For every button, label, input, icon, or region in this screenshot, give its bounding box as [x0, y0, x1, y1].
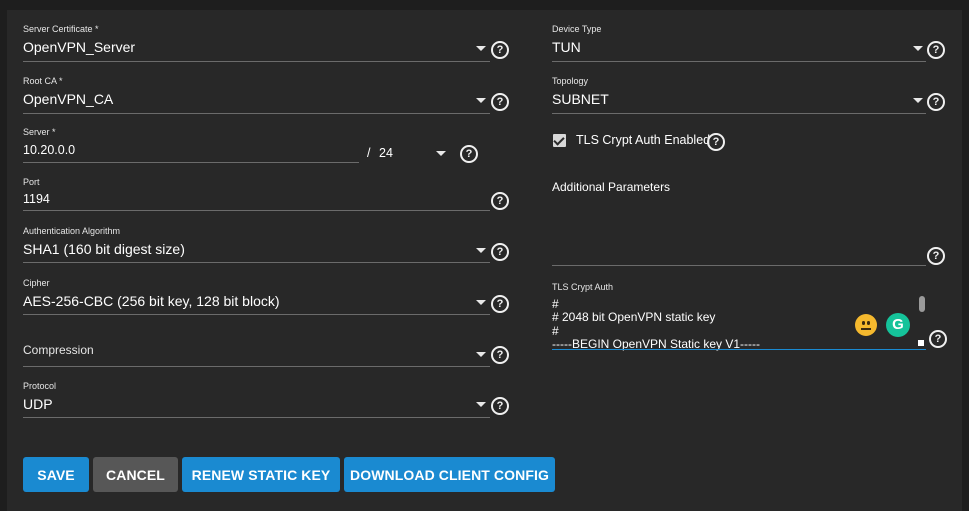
neutral-face-icon[interactable]: [855, 314, 877, 336]
server-field: Server * 10.20.0.0 / 24: [23, 127, 493, 167]
server-certificate-select[interactable]: Server Certificate * OpenVPN_Server: [23, 24, 493, 64]
root-ca-label: Root CA *: [23, 76, 63, 86]
tls-crypt-enabled-label: TLS Crypt Auth Enabled: [576, 133, 711, 147]
protocol-underline: [23, 417, 490, 418]
additional-params-textarea[interactable]: [552, 196, 928, 268]
resize-handle-icon[interactable]: [918, 340, 924, 346]
help-icon[interactable]: ?: [927, 41, 945, 59]
netmask-separator: /: [367, 146, 371, 160]
chevron-down-icon[interactable]: [476, 98, 486, 103]
cancel-button[interactable]: CANCEL: [93, 457, 178, 492]
tls-key-line: #: [552, 297, 559, 311]
renew-static-key-button[interactable]: RENEW STATIC KEY: [182, 457, 340, 492]
help-icon[interactable]: ?: [707, 133, 725, 151]
help-icon[interactable]: ?: [491, 243, 509, 261]
chevron-down-icon[interactable]: [476, 402, 486, 407]
compression-select[interactable]: Compression: [23, 343, 493, 373]
topology-underline: [552, 113, 926, 114]
server-certificate-underline: [23, 61, 490, 62]
port-field: Port 1194: [23, 177, 493, 217]
port-label: Port: [23, 177, 40, 187]
textarea-scrollbar[interactable]: [919, 296, 925, 312]
save-button[interactable]: SAVE: [23, 457, 89, 492]
cipher-select[interactable]: Cipher AES-256-CBC (256 bit key, 128 bit…: [23, 278, 493, 318]
protocol-value: UDP: [23, 396, 53, 412]
protocol-select[interactable]: Protocol UDP: [23, 381, 493, 421]
topology-value: SUBNET: [552, 91, 609, 107]
tls-crypt-auth-label: TLS Crypt Auth: [552, 282, 614, 292]
device-type-value: TUN: [552, 39, 581, 55]
cipher-underline: [23, 314, 490, 315]
chevron-down-icon[interactable]: [913, 46, 923, 51]
device-type-label: Device Type: [552, 24, 602, 34]
root-ca-select[interactable]: Root CA * OpenVPN_CA: [23, 76, 493, 116]
help-icon[interactable]: ?: [460, 145, 478, 163]
tls-key-line: # 2048 bit OpenVPN static key: [552, 310, 716, 324]
chevron-down-icon[interactable]: [476, 46, 486, 51]
cipher-label: Cipher: [23, 278, 50, 288]
help-icon[interactable]: ?: [491, 397, 509, 415]
tls-crypt-auth-underline: [552, 349, 926, 350]
help-icon[interactable]: ?: [491, 295, 509, 313]
topology-label: Topology: [552, 76, 589, 86]
protocol-label: Protocol: [23, 381, 57, 391]
cipher-value: AES-256-CBC (256 bit key, 128 bit block): [23, 293, 280, 309]
netmask-select[interactable]: 24: [379, 146, 393, 160]
help-icon[interactable]: ?: [491, 41, 509, 59]
help-icon[interactable]: ?: [927, 93, 945, 111]
help-icon[interactable]: ?: [929, 330, 947, 348]
server-certificate-label: Server Certificate *: [23, 24, 99, 34]
device-type-underline: [552, 61, 926, 62]
server-address-underline: [23, 162, 359, 163]
checkmark-icon: [553, 134, 565, 146]
chevron-down-icon[interactable]: [476, 352, 486, 357]
chevron-down-icon[interactable]: [476, 300, 486, 305]
compression-label: Compression: [23, 343, 94, 357]
topology-select[interactable]: Topology SUBNET: [552, 76, 928, 116]
chevron-down-icon[interactable]: [436, 151, 446, 156]
help-icon[interactable]: ?: [491, 192, 509, 210]
auth-algorithm-label: Authentication Algorithm: [23, 226, 121, 236]
download-client-config-button[interactable]: DOWNLOAD CLIENT CONFIG: [344, 457, 555, 492]
auth-algorithm-select[interactable]: Authentication Algorithm SHA1 (160 bit d…: [23, 226, 493, 266]
compression-underline: [23, 366, 490, 367]
help-icon[interactable]: ?: [491, 346, 509, 364]
server-label: Server *: [23, 127, 56, 137]
tls-key-line: #: [552, 324, 559, 338]
root-ca-value: OpenVPN_CA: [23, 91, 114, 107]
root-ca-underline: [23, 113, 490, 114]
help-icon[interactable]: ?: [491, 93, 509, 111]
help-icon[interactable]: ?: [927, 247, 945, 265]
device-type-select[interactable]: Device Type TUN: [552, 24, 928, 64]
port-input[interactable]: 1194: [23, 192, 50, 206]
auth-algorithm-value: SHA1 (160 bit digest size): [23, 241, 185, 257]
tls-crypt-enabled-checkbox[interactable]: [553, 134, 566, 147]
additional-params-underline: [552, 265, 926, 266]
additional-params-label: Additional Parameters: [552, 180, 671, 194]
chevron-down-icon[interactable]: [476, 248, 486, 253]
port-underline: [23, 210, 490, 211]
chevron-down-icon[interactable]: [913, 98, 923, 103]
grammarly-icon[interactable]: G: [886, 313, 910, 337]
server-address-input[interactable]: 10.20.0.0: [23, 143, 75, 157]
server-certificate-value: OpenVPN_Server: [23, 39, 136, 55]
auth-algorithm-underline: [23, 262, 490, 263]
